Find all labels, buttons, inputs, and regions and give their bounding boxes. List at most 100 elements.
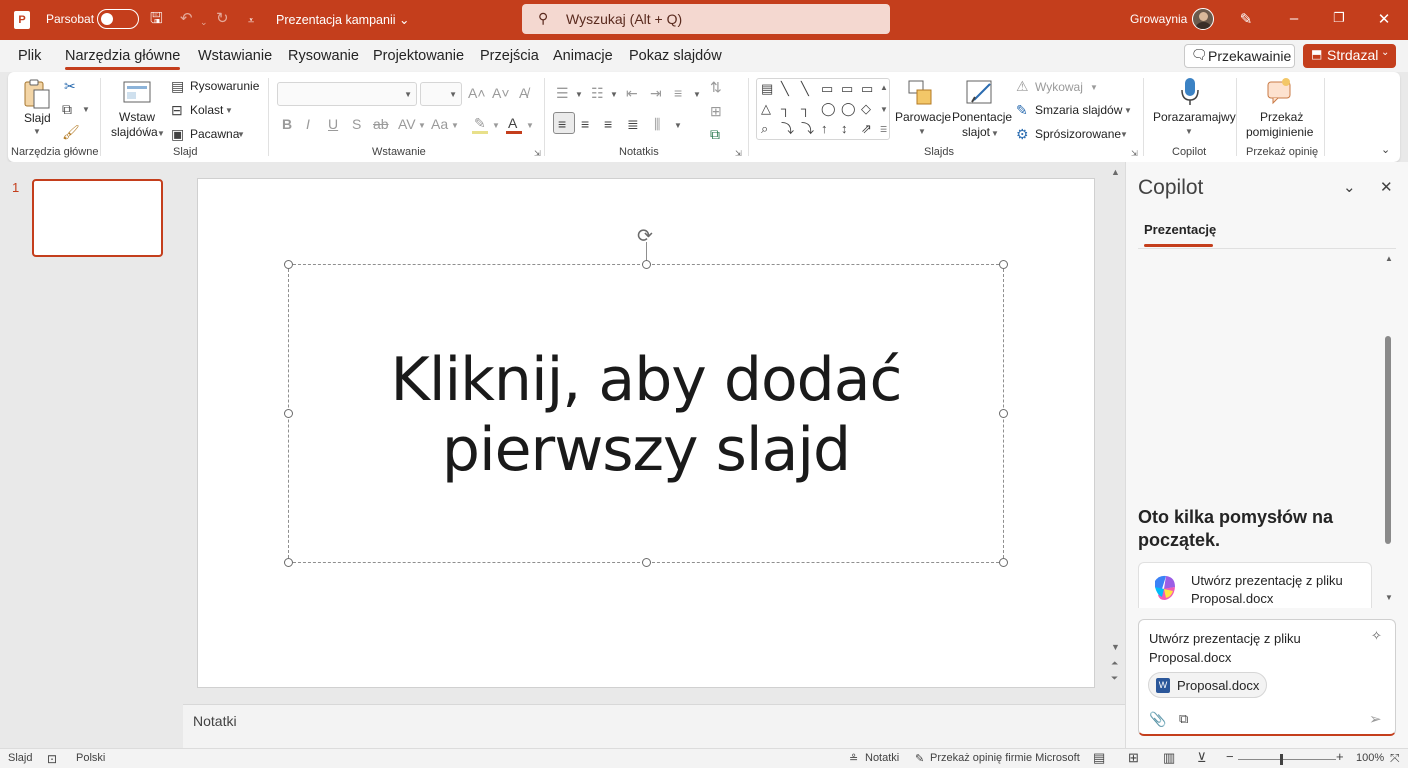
slide-thumbnail[interactable] [32, 179, 163, 257]
tab-draw[interactable]: Rysowanie [288, 48, 359, 64]
section-icon[interactable]: ▣ [171, 126, 184, 142]
chevron-down-icon[interactable]: ▼ [237, 130, 245, 139]
notes-placeholder[interactable]: Notatki [193, 713, 237, 729]
quick-styles-icon[interactable] [964, 78, 994, 108]
avatar[interactable] [1192, 8, 1214, 30]
paste-icon[interactable] [22, 78, 52, 109]
restore-icon[interactable]: ❐ [1329, 10, 1349, 26]
grow-font-icon[interactable]: A˄ [468, 85, 486, 101]
format-painter-icon[interactable]: 🖌 [62, 124, 80, 140]
highlight-icon[interactable]: ✎ [474, 115, 486, 131]
resize-handle[interactable] [284, 260, 293, 269]
slideshow-view-icon[interactable]: ⊻ [1197, 750, 1207, 766]
shrink-font-icon[interactable]: A˅ [492, 85, 510, 101]
shape-fill-label[interactable]: Wykowaj [1035, 80, 1083, 94]
reset-label[interactable]: Kolast [190, 103, 223, 117]
chevron-down-icon[interactable]: ▼ [33, 127, 41, 136]
bullets-icon[interactable]: ☰ [556, 85, 569, 101]
new-slide-label[interactable]: Wstaw [119, 110, 155, 124]
arrange-icon[interactable] [906, 78, 936, 108]
status-feedback[interactable]: Przekaż opinię firmie Microsoft [930, 752, 1080, 764]
notes-pane[interactable]: Notatki [183, 704, 1125, 748]
layout-icon[interactable]: ▤ [171, 78, 184, 94]
previous-slide-icon[interactable]: ⏶ [1111, 658, 1118, 669]
zoom-slider-track[interactable] [1238, 759, 1336, 760]
arrange-label[interactable]: Parowacje [895, 110, 951, 124]
title-placeholder-text[interactable]: Kliknij, aby dodać pierwszy slajd [288, 345, 1004, 485]
dialog-launcher-icon[interactable]: ⇲ [1131, 149, 1138, 158]
bold-icon[interactable]: B [282, 116, 292, 132]
curve-shape-icon[interactable]: ⤵ [801, 122, 814, 136]
close-icon[interactable]: ✕ [1380, 178, 1393, 196]
chevron-down-icon[interactable]: ▼ [225, 106, 233, 115]
next-slide-icon[interactable]: ⏷ [1111, 673, 1118, 684]
chevron-down-icon[interactable]: ▼ [1120, 130, 1128, 139]
feedback-icon[interactable] [1264, 76, 1294, 106]
redo-icon[interactable]: ↻ [216, 9, 229, 29]
scroll-up-icon[interactable]: ▲ [880, 83, 888, 92]
undo-icon[interactable]: ↶ [180, 9, 193, 29]
shadow-icon[interactable]: S [352, 116, 361, 132]
tab-home[interactable]: Narzędzia główne [65, 48, 181, 70]
sparkle-icon[interactable]: ✧ [1371, 628, 1382, 644]
feedback-icon[interactable]: ✎ [915, 752, 924, 765]
shape-effects-label[interactable]: Sprósizorowane [1035, 127, 1121, 141]
freeform-shape-icon[interactable]: ⌕ [761, 122, 768, 136]
increase-indent-icon[interactable]: ⇥ [650, 85, 662, 101]
chevron-down-icon[interactable]: ▼ [1090, 83, 1098, 92]
numbering-icon[interactable]: ☷ [591, 85, 604, 101]
columns-icon[interactable]: ⫼ [654, 116, 660, 132]
status-language[interactable]: Polski [76, 752, 105, 764]
close-icon[interactable]: ✕ [1374, 10, 1394, 28]
save-icon[interactable]: 🖫 [150, 9, 163, 29]
shape-outline-icon[interactable]: ✎ [1016, 102, 1028, 118]
chevron-down-icon[interactable]: ▼ [451, 121, 459, 130]
decrease-indent-icon[interactable]: ⇤ [626, 85, 638, 101]
line-spacing-icon[interactable]: ≡ [674, 85, 682, 101]
chevron-down-icon[interactable]: ▼ [1124, 106, 1132, 115]
layout-label[interactable]: Rysowarunie [190, 79, 259, 93]
rectangle-shape-icon[interactable]: ▭ [841, 82, 853, 96]
italic-icon[interactable]: I [306, 116, 310, 132]
shapes-gallery[interactable]: ▤ ╲ ╲ ▭ ▭ ▭ △ ┐ ┐ ◯ ◯ ◇ ⌕ ⤵ ⤵ ↑ ↕ ⇗ ▲ ▼ … [756, 78, 890, 140]
reading-view-icon[interactable]: ▥ [1163, 750, 1175, 766]
customize-toolbar-icon[interactable]: ⩡ [248, 11, 254, 31]
arrow-updown-shape-icon[interactable]: ↕ [841, 122, 848, 136]
diamond-shape-icon[interactable]: ◇ [861, 102, 871, 116]
feedback-label-2[interactable]: pomiginienie [1246, 125, 1313, 139]
dictate-label[interactable]: Porazaramajwy [1153, 110, 1236, 124]
status-notes[interactable]: Notatki [865, 752, 899, 764]
smartart-icon[interactable]: ⧉ [710, 126, 720, 142]
font-color-icon[interactable]: A [508, 115, 517, 131]
resize-handle[interactable] [999, 558, 1008, 567]
rectangle-shape-icon[interactable]: ▭ [821, 82, 833, 96]
copy-icon[interactable]: ⧉ [62, 101, 72, 117]
connector-shape-icon[interactable]: ┐ [781, 102, 790, 116]
document-title[interactable]: Prezentacja kampanii ⌄ [276, 12, 409, 27]
line-shape-icon[interactable]: ╲ [801, 82, 809, 96]
feedback-label[interactable]: Przekaż [1260, 110, 1303, 124]
notes-icon[interactable]: ≗ [849, 752, 858, 765]
present-button[interactable]: ⬒ Strdazal ⌄ [1303, 44, 1396, 68]
new-slide-label-2[interactable]: slajdóẃa [111, 125, 158, 139]
screenshot-icon[interactable]: ⧉ [1179, 711, 1188, 727]
tab-slideshow[interactable]: Pokaz slajdów [629, 48, 722, 64]
chevron-down-icon[interactable]: ▼ [991, 129, 999, 138]
attachment-chip[interactable]: W Proposal.docx [1148, 672, 1267, 698]
canvas-scrollbar[interactable]: ▲ ▼ ⏶ ⏷ [1108, 162, 1124, 704]
copilot-prompt-text[interactable]: Utwórz prezentację z pliku Proposal.docx [1149, 629, 1359, 667]
scroll-down-icon[interactable]: ▼ [1385, 593, 1393, 602]
attach-icon[interactable]: 📎 [1149, 711, 1166, 728]
zoom-slider-thumb[interactable] [1280, 754, 1283, 765]
shape-outline-label[interactable]: Smzaria slajdów [1035, 103, 1122, 117]
search-box[interactable]: ⚲ Wyszukaj (Alt + Q) [522, 4, 890, 34]
font-name-combo[interactable]: ▼ [277, 82, 417, 106]
rotate-handle-icon[interactable]: ⟳ [637, 225, 653, 248]
chevron-down-icon[interactable]: ▼ [492, 121, 500, 130]
tab-insert[interactable]: Wstawianie [198, 48, 272, 64]
dialog-launcher-icon[interactable]: ⇲ [735, 149, 742, 158]
accessibility-icon[interactable]: ⊡ [47, 752, 57, 766]
chevron-down-icon[interactable]: ▼ [918, 127, 926, 136]
share-button[interactable]: 🗨 Przekawainie [1184, 44, 1295, 68]
slide-sorter-icon[interactable]: ⊞ [1128, 750, 1139, 766]
